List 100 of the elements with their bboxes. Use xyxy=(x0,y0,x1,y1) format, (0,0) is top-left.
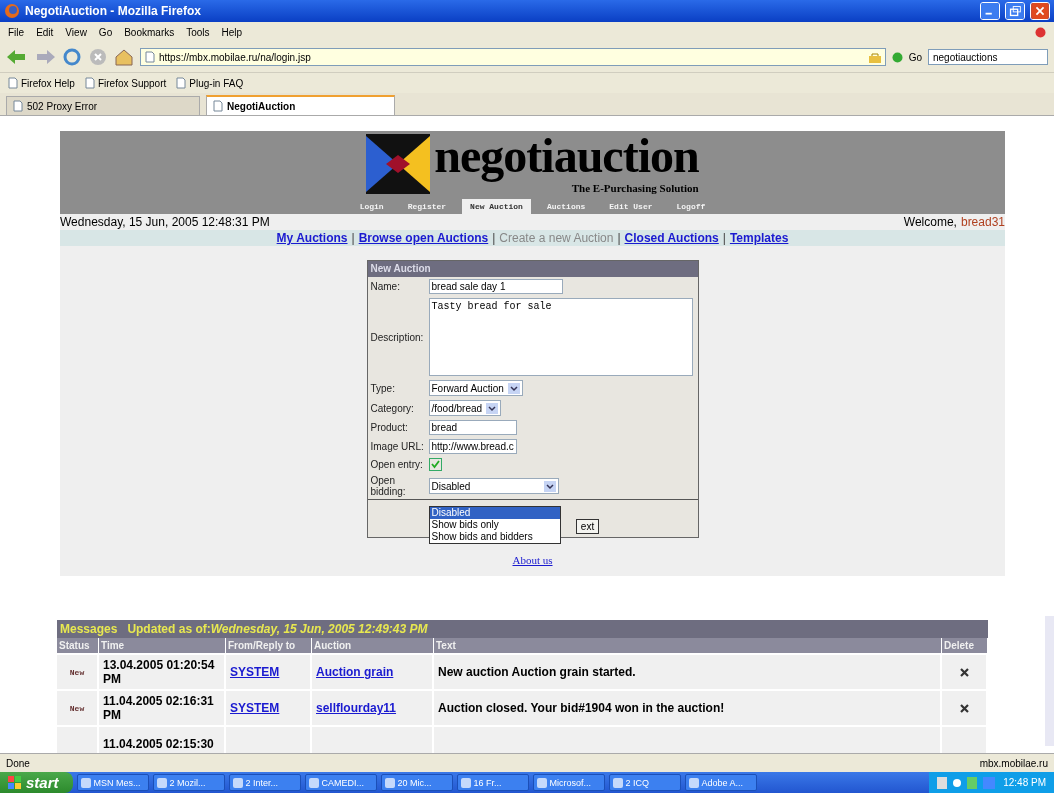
taskbar-button[interactable]: 2 ICQ xyxy=(608,774,681,791)
page-icon xyxy=(145,51,155,63)
field-label: Open entry: xyxy=(370,459,424,470)
text-field[interactable]: bread xyxy=(428,420,517,435)
taskbar-button[interactable]: CAMEDI... xyxy=(304,774,377,791)
messages-title: Messages xyxy=(60,622,118,636)
taskbar-button[interactable]: 20 Mic... xyxy=(380,774,453,791)
column-header: Text xyxy=(434,638,942,653)
time-text: 11.04.2005 02:16:31 PM xyxy=(103,694,215,722)
select-field[interactable]: Disabled xyxy=(428,478,559,494)
stop-icon xyxy=(1035,26,1046,38)
reload-icon[interactable] xyxy=(62,47,82,67)
auction-link[interactable]: sellflourday11 xyxy=(316,701,397,715)
bookmark-link[interactable]: Firefox Help xyxy=(21,77,75,89)
bookmark-link[interactable]: Plug-in FAQ xyxy=(189,77,244,89)
app-icon xyxy=(460,777,471,788)
column-header: Auction xyxy=(312,638,434,653)
menu-item[interactable]: Bookmarks xyxy=(124,26,175,38)
close-button[interactable] xyxy=(1030,2,1050,20)
sender-link[interactable]: SYSTEM xyxy=(230,701,280,715)
taskbar-button[interactable]: 2 Inter... xyxy=(228,774,301,791)
new-status-icon: New xyxy=(69,703,85,713)
field-label: Type: xyxy=(370,382,396,394)
start-button[interactable]: start xyxy=(0,772,73,793)
home-icon[interactable] xyxy=(114,47,134,67)
tray-icons-drawing xyxy=(937,776,998,789)
nav-link[interactable]: My Auctions xyxy=(276,231,348,245)
about-link[interactable]: About us xyxy=(512,554,553,566)
delete-icon[interactable] xyxy=(959,703,969,713)
nav-tab[interactable]: New Auction xyxy=(462,199,531,214)
dropdown-arrow-icon[interactable] xyxy=(486,402,499,414)
nav-link[interactable]: Closed Auctions xyxy=(624,231,719,245)
nav-link[interactable]: Browse open Auctions xyxy=(358,231,489,245)
new-status-icon: New xyxy=(69,667,85,677)
menu-item[interactable]: Edit xyxy=(36,26,54,38)
app-icon xyxy=(232,777,243,788)
field-label: Product: xyxy=(370,422,409,433)
select-field[interactable]: /food/bread xyxy=(428,400,502,416)
auction-link[interactable]: Auction grain xyxy=(316,665,394,679)
page-icon xyxy=(8,77,18,89)
clock: 12:48 PM xyxy=(1003,777,1046,788)
checkbox[interactable] xyxy=(428,458,442,471)
menu-item[interactable]: Help xyxy=(221,26,243,38)
sender-link[interactable]: SYSTEM xyxy=(230,665,280,679)
app-icon xyxy=(384,777,395,788)
back-icon[interactable] xyxy=(6,48,28,66)
app-icon xyxy=(688,777,699,788)
app-icon xyxy=(612,777,623,788)
dropdown-option[interactable]: Show bids and bidders xyxy=(429,531,560,543)
text-field[interactable]: http://www.bread.c xyxy=(428,439,517,454)
page-icon xyxy=(13,100,23,112)
text-field[interactable]: bread sale day 1 xyxy=(428,279,563,294)
field-label: Description: xyxy=(370,331,425,343)
site-logo-text: negotiauction xyxy=(434,130,699,182)
select-field[interactable]: Forward Auction xyxy=(428,380,523,396)
browser-tab[interactable]: NegotiAuction xyxy=(206,95,395,115)
dropdown-arrow-icon[interactable] xyxy=(507,382,520,394)
app-icon xyxy=(156,777,167,788)
taskbar-button[interactable]: MSN Mes... xyxy=(76,774,149,791)
username: bread31 xyxy=(960,215,1005,229)
taskbar-button[interactable]: 16 Fr... xyxy=(456,774,529,791)
time-text: 11.04.2005 02:15:30 xyxy=(103,737,214,751)
menu-item[interactable]: Go xyxy=(98,26,113,38)
menu-item[interactable]: View xyxy=(65,26,87,38)
dropdown-option[interactable]: Disabled xyxy=(429,507,560,519)
page-icon xyxy=(213,100,223,112)
tagline: The E-Purchasing Solution xyxy=(571,182,699,194)
minimize-button[interactable] xyxy=(980,2,1000,20)
nav-link[interactable]: Templates xyxy=(729,231,789,245)
menu-item[interactable]: File xyxy=(8,26,25,38)
go-label[interactable]: Go xyxy=(908,51,922,63)
date-text: Wednesday, 15 Jun, 2005 12:48:31 PM xyxy=(60,215,270,229)
column-header: From/Reply to xyxy=(226,638,312,653)
dropdown-arrow-icon[interactable] xyxy=(543,480,556,492)
logo-icon xyxy=(366,134,431,194)
lock-icon xyxy=(868,51,881,63)
restore-button[interactable] xyxy=(1005,2,1025,20)
delete-icon[interactable] xyxy=(959,667,969,677)
description-field[interactable]: Tasty bread for sale xyxy=(428,298,693,376)
firefox-icon xyxy=(4,3,20,19)
menu-item[interactable]: Tools xyxy=(186,26,210,38)
windows-logo-icon xyxy=(8,775,22,790)
go-icon[interactable] xyxy=(891,51,903,63)
search-field[interactable]: negotiauctions xyxy=(928,49,1048,65)
taskbar-button[interactable]: Adobe A... xyxy=(684,774,757,791)
updated-text: Updated as of:Wednesday, 15 Jun, 2005 12:49:43 PM xyxy=(127,622,428,636)
bookmark-link[interactable]: Firefox Support xyxy=(97,77,167,89)
next-button[interactable]: ext xyxy=(575,519,600,534)
address-field[interactable]: https://mbx.mobilae.ru/na/login.jsp xyxy=(140,48,886,66)
status-host: mbx.mobilae.ru xyxy=(979,757,1048,769)
taskbar-button[interactable]: 2 Mozil... xyxy=(152,774,225,791)
form-title: New Auction xyxy=(367,261,698,277)
app-icon xyxy=(80,777,91,788)
url-text: https://mbx.mobilae.ru/na/login.jsp xyxy=(159,51,311,63)
column-header: Delete xyxy=(942,638,988,653)
separator: | xyxy=(617,231,621,245)
time-text: 13.04.2005 01:20:54 PM xyxy=(103,658,216,686)
browser-tab[interactable]: 502 Proxy Error xyxy=(6,96,200,115)
taskbar-button[interactable]: Microsof... xyxy=(532,774,605,791)
dropdown-option[interactable]: Show bids only xyxy=(429,519,560,531)
